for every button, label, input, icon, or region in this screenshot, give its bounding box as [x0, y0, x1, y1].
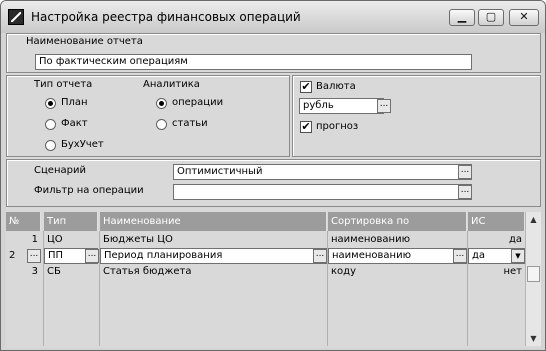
report-type-panel: Тип отчета План Факт БухУчет Аналитика о…: [6, 75, 290, 157]
radio-fact-label[interactable]: Факт: [61, 118, 88, 129]
scenario-input[interactable]: Оптимистичный: [173, 164, 472, 180]
radio-operations[interactable]: [156, 98, 167, 109]
radio-articles[interactable]: [156, 119, 167, 130]
report-type-label: Тип отчета: [34, 79, 93, 90]
scroll-up-icon[interactable]: ▲: [526, 212, 541, 227]
report-name-panel: Наименование отчета По фактическим опера…: [6, 33, 541, 73]
grid-header-type[interactable]: Тип: [44, 212, 98, 231]
row-is: да: [508, 234, 522, 245]
scroll-thumb[interactable]: [527, 266, 540, 282]
row-name: Статья бюджета: [103, 266, 192, 277]
forecast-checkbox[interactable]: ✔: [300, 121, 312, 133]
close-button[interactable]: ✕: [509, 9, 539, 26]
app-icon: [8, 9, 24, 25]
report-name-label: Наименование отчета: [26, 36, 143, 47]
grid-header-sort[interactable]: Сортировка по: [328, 212, 467, 231]
forecast-checkbox-label[interactable]: прогноз: [316, 121, 358, 132]
scenario-panel: Сценарий Оптимистичный ... Фильтр на опе…: [6, 159, 541, 207]
scenario-label: Сценарий: [34, 165, 86, 176]
grid-scrollbar[interactable]: ▲ ▼: [525, 212, 541, 346]
operation-filter-input[interactable]: [173, 184, 472, 200]
row-num: 3: [31, 266, 38, 277]
row-name: Бюджеты ЦО: [103, 234, 173, 245]
row-is: нет: [503, 266, 522, 277]
operation-filter-label: Фильтр на операции: [34, 185, 144, 196]
currency-input[interactable]: рубль: [299, 98, 384, 114]
row-num-edit-button[interactable]: ...: [27, 249, 41, 263]
currency-checkbox-label[interactable]: Валюта: [316, 81, 356, 92]
operation-filter-select-button[interactable]: ...: [458, 185, 472, 199]
maximize-button[interactable]: ▢: [478, 9, 504, 26]
minimize-button[interactable]: ▁: [449, 9, 475, 26]
row-sort-input[interactable]: наименованию: [328, 248, 467, 264]
scroll-down-icon[interactable]: ▼: [526, 331, 541, 346]
radio-operations-label[interactable]: операции: [172, 97, 223, 108]
grid-header-is[interactable]: ИС: [468, 212, 525, 231]
radio-plan[interactable]: [45, 98, 56, 109]
radio-accounting[interactable]: [45, 140, 56, 151]
row-num: 2: [9, 250, 16, 261]
chevron-down-icon[interactable]: ▼: [511, 249, 525, 263]
row-num: 1: [31, 234, 38, 245]
row-sort: наименованию: [331, 234, 410, 245]
row-type-select-button[interactable]: ...: [85, 249, 99, 263]
row-type: СБ: [47, 266, 61, 277]
currency-select-button[interactable]: ...: [377, 99, 391, 113]
grid-header-name[interactable]: Наименование: [100, 212, 327, 231]
row-name-select-button[interactable]: ...: [313, 249, 327, 263]
currency-panel: ✔ Валюта рубль ... ✔ прогноз: [292, 75, 541, 157]
row-type: ЦО: [47, 234, 63, 245]
radio-fact[interactable]: [45, 119, 56, 130]
currency-checkbox[interactable]: ✔: [300, 81, 312, 93]
report-name-input[interactable]: По фактическим операциям: [35, 54, 472, 70]
row-sort: коду: [331, 266, 356, 277]
radio-accounting-label[interactable]: БухУчет: [61, 139, 104, 150]
radio-plan-label[interactable]: План: [61, 97, 88, 108]
title-bar[interactable]: Настройка реестра финансовых операций ▁ …: [1, 1, 545, 33]
radio-articles-label[interactable]: статьи: [172, 118, 208, 129]
window-client-area: Наименование отчета По фактическим опера…: [6, 33, 541, 348]
window-title: Настройка реестра финансовых операций: [31, 10, 301, 24]
grid-header-num[interactable]: №: [6, 212, 41, 231]
row-name-input[interactable]: Период планирования: [100, 248, 327, 264]
scenario-select-button[interactable]: ...: [458, 165, 472, 179]
analytics-label: Аналитика: [143, 79, 200, 90]
dimensions-grid: № Тип Наименование Сортировка по ИС 1 ЦО…: [6, 212, 541, 346]
settings-window: Настройка реестра финансовых операций ▁ …: [0, 0, 546, 351]
row-sort-select-button[interactable]: ...: [453, 249, 467, 263]
